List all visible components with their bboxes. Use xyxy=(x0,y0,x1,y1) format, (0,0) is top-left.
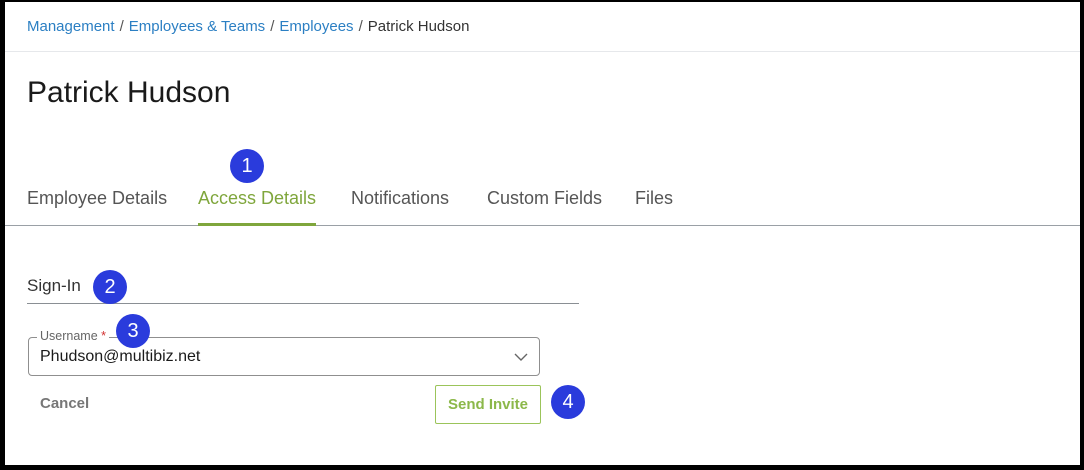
username-value: Phudson@multibiz.net xyxy=(40,348,201,365)
breadcrumb-separator: / xyxy=(270,18,275,35)
username-label: Username * xyxy=(37,329,110,343)
chevron-down-icon[interactable] xyxy=(513,351,529,363)
cancel-button[interactable]: Cancel xyxy=(40,395,89,412)
username-select[interactable]: Username * Phudson@multibiz.net xyxy=(28,329,540,376)
step-marker-1: 1 xyxy=(230,149,264,183)
tab-notifications[interactable]: Notifications xyxy=(351,188,449,226)
app-frame: Management / Employees & Teams / Employe… xyxy=(5,2,1080,465)
tab-access-details[interactable]: Access Details xyxy=(198,188,317,226)
section-title-sign-in: Sign-In xyxy=(27,276,81,295)
breadcrumb: Management / Employees & Teams / Employe… xyxy=(5,2,1080,52)
step-marker-3: 3 xyxy=(116,314,150,348)
tab-bar: Employee Details Access Details Notifica… xyxy=(5,182,1080,226)
breadcrumb-link-management[interactable]: Management xyxy=(27,18,115,35)
send-invite-button[interactable]: Send Invite xyxy=(435,385,541,424)
breadcrumb-separator: / xyxy=(119,18,124,35)
tab-custom-fields[interactable]: Custom Fields xyxy=(487,188,602,226)
tab-employee-details[interactable]: Employee Details xyxy=(27,188,167,226)
tab-files[interactable]: Files xyxy=(635,188,673,226)
step-marker-4: 4 xyxy=(551,385,585,419)
username-label-text: Username xyxy=(40,329,98,343)
step-marker-2: 2 xyxy=(93,270,127,304)
breadcrumb-link-employees[interactable]: Employees xyxy=(279,18,353,35)
breadcrumb-separator: / xyxy=(358,18,363,35)
breadcrumb-current: Patrick Hudson xyxy=(367,18,470,35)
required-mark: * xyxy=(101,329,107,343)
breadcrumb-link-employees-teams[interactable]: Employees & Teams xyxy=(129,18,265,35)
page-title: Patrick Hudson xyxy=(27,76,231,109)
